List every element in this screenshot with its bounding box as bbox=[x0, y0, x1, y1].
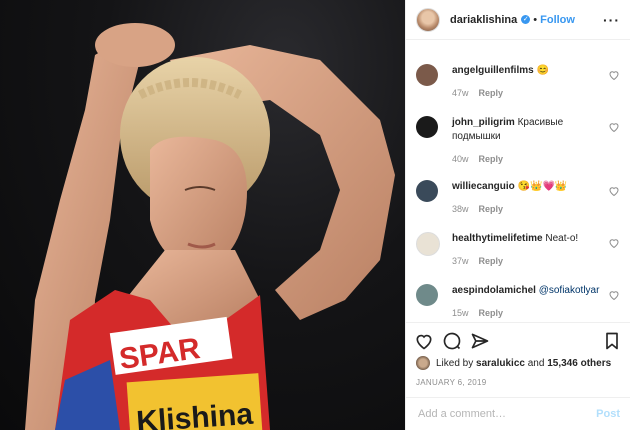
more-options-icon[interactable]: ··· bbox=[603, 12, 620, 28]
athlete-photo: SPAR Klishina bbox=[25, 23, 395, 430]
comment-body: angelguillenfilms 😊 bbox=[452, 64, 620, 78]
comment-age: 47w bbox=[452, 88, 469, 98]
comment-meta: 15w Reply bbox=[452, 308, 620, 318]
comment-item: aespindolamichel @sofiakotlyar 15w Reply bbox=[416, 284, 620, 318]
comment-bubble-icon[interactable] bbox=[442, 331, 462, 351]
liked-by-user[interactable]: saralukicc bbox=[476, 358, 525, 369]
comment-meta: 47w Reply bbox=[452, 88, 620, 98]
commenter-avatar[interactable] bbox=[416, 64, 438, 86]
like-comment-heart-icon[interactable] bbox=[608, 69, 620, 81]
share-send-icon[interactable] bbox=[470, 331, 490, 351]
commenter-avatar[interactable] bbox=[416, 116, 438, 138]
commenter-avatar[interactable] bbox=[416, 284, 438, 306]
avatar[interactable] bbox=[416, 356, 430, 370]
comment-age: 38w bbox=[452, 204, 469, 214]
comment-meta: 37w Reply bbox=[452, 256, 620, 266]
comment-username[interactable]: john_piligrim bbox=[452, 117, 515, 128]
comment-text: 😊 bbox=[536, 65, 549, 76]
comment-mention-link[interactable]: @sofiakotlyar bbox=[539, 285, 600, 296]
commenter-avatar[interactable] bbox=[416, 232, 440, 256]
comment-body: aespindolamichel @sofiakotlyar bbox=[452, 284, 620, 298]
comment-text: Neat-o! bbox=[545, 233, 579, 244]
comments-list[interactable]: angelguillenfilms 😊 47w Reply john_piligr… bbox=[406, 40, 630, 322]
reply-button[interactable]: Reply bbox=[479, 154, 504, 164]
like-comment-heart-icon[interactable] bbox=[608, 289, 620, 301]
post-comment-button[interactable]: Post bbox=[596, 408, 620, 420]
reply-button[interactable]: Reply bbox=[479, 204, 504, 214]
commenter-avatar[interactable] bbox=[416, 180, 438, 202]
like-heart-icon[interactable] bbox=[414, 331, 434, 351]
add-comment-input[interactable] bbox=[416, 407, 597, 421]
comment-age: 15w bbox=[452, 308, 469, 318]
comment-age: 40w bbox=[452, 154, 469, 164]
like-comment-heart-icon[interactable] bbox=[608, 237, 620, 249]
like-comment-heart-icon[interactable] bbox=[608, 121, 620, 133]
post-action-bar bbox=[406, 322, 630, 354]
post-author-username[interactable]: dariaklishina bbox=[450, 14, 517, 26]
avatar[interactable] bbox=[416, 7, 440, 32]
comment-username[interactable]: williecanguio bbox=[452, 181, 515, 192]
add-comment-bar: Post bbox=[406, 397, 630, 430]
comment-username[interactable]: aespindolamichel bbox=[452, 285, 536, 296]
post-side-panel: dariaklishina ✓ • Follow ··· angelguille… bbox=[405, 0, 630, 430]
reply-button[interactable]: Reply bbox=[479, 256, 504, 266]
reply-button[interactable]: Reply bbox=[479, 88, 504, 98]
liked-by-prefix: Liked by bbox=[436, 357, 474, 369]
comment-item: williecanguio 😘👑💗👑 38w Reply bbox=[416, 180, 620, 214]
post-date[interactable]: JANUARY 6, 2019 bbox=[416, 378, 486, 387]
comment-body: williecanguio 😘👑💗👑 bbox=[452, 180, 620, 194]
liked-by-joiner: and bbox=[527, 357, 545, 369]
verified-badge-icon: ✓ bbox=[521, 15, 531, 24]
reply-button[interactable]: Reply bbox=[479, 308, 504, 318]
likes-summary: Liked by saralukicc and 15,346 others bbox=[416, 356, 611, 370]
comment-username[interactable]: healthytimelifetime bbox=[452, 233, 543, 244]
comment-age: 37w bbox=[452, 256, 469, 266]
separator-dot: • bbox=[533, 13, 538, 26]
comment-item: john_piligrim Красивые подмышки 40w Reply bbox=[416, 116, 620, 164]
comment-body: healthytimelifetime Neat-o! bbox=[452, 232, 620, 246]
like-comment-heart-icon[interactable] bbox=[608, 185, 620, 197]
comment-meta: 40w Reply bbox=[452, 154, 620, 164]
comment-body: john_piligrim Красивые подмышки bbox=[452, 116, 620, 144]
likes-count-link[interactable]: 15,346 others bbox=[547, 358, 611, 369]
post-header: dariaklishina ✓ • Follow ··· bbox=[406, 0, 630, 40]
comment-text: 😘👑💗👑 bbox=[517, 181, 568, 192]
follow-button[interactable]: Follow bbox=[540, 14, 575, 26]
comment-item: healthytimelifetime Neat-o! 37w Reply bbox=[416, 232, 620, 266]
comment-username[interactable]: angelguillenfilms bbox=[452, 65, 534, 76]
post-image[interactable]: SPAR Klishina bbox=[0, 0, 405, 430]
bookmark-icon[interactable] bbox=[602, 331, 622, 351]
comment-item: angelguillenfilms 😊 47w Reply bbox=[416, 64, 620, 98]
comment-meta: 38w Reply bbox=[452, 204, 620, 214]
